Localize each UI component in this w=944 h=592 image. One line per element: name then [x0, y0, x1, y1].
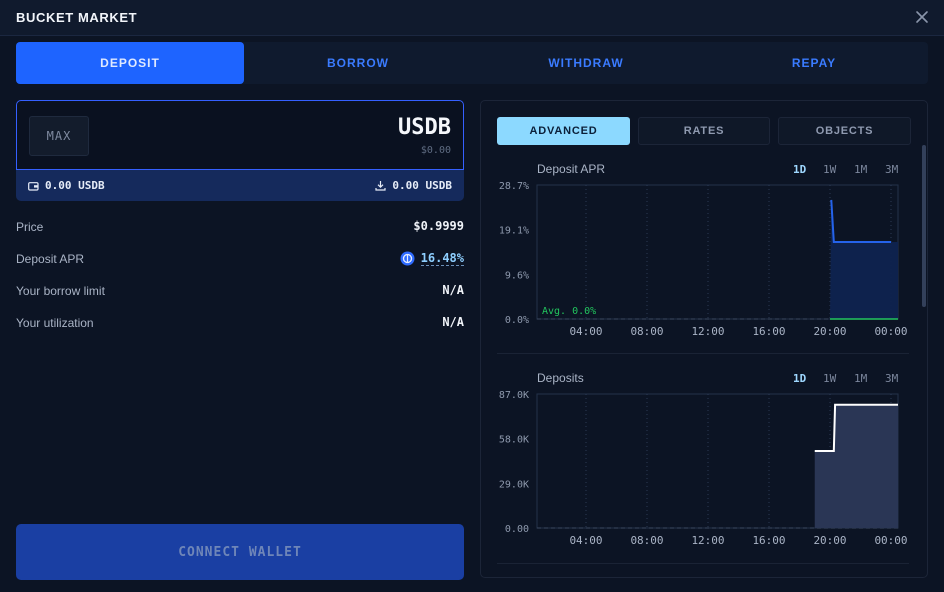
apr-range-1d[interactable]: 1D [793, 163, 806, 176]
deposited-balance-value: 0.00 USDB [392, 179, 452, 192]
apr-range-3m[interactable]: 3M [885, 163, 898, 176]
wallet-balance-value: 0.00 USDB [45, 179, 105, 192]
utilization-label: Your utilization [16, 316, 94, 330]
deposits-chart-title: Deposits [537, 371, 584, 385]
deposits-range-3m[interactable]: 3M [885, 372, 898, 385]
borrow-limit-value: N/A [442, 283, 464, 297]
action-tabs: DEPOSIT BORROW WITHDRAW REPAY [16, 42, 928, 84]
utilization-value: N/A [442, 315, 464, 329]
y-tick-label: 9.6% [505, 270, 529, 281]
modal-header: BUCKET MARKET [0, 0, 944, 36]
x-tick-label: 20:00 [813, 325, 846, 338]
x-tick-label: 16:00 [752, 325, 785, 338]
x-tick-label: 04:00 [569, 325, 602, 338]
tab-repay[interactable]: REPAY [700, 42, 928, 84]
usdb-token-icon [400, 251, 415, 266]
borrow-limit-label: Your borrow limit [16, 284, 105, 298]
deposits-chart: 87.0K 58.0K 29.0K 0.00 04:00 08:00 12:00 16:00 2… [499, 390, 908, 547]
tab-advanced[interactable]: ADVANCED [497, 117, 630, 145]
x-tick-label: 08:00 [630, 325, 663, 338]
connect-wallet-button[interactable]: CONNECT WALLET [16, 524, 464, 580]
y-tick-label: 19.1% [499, 226, 529, 237]
x-tick-label: 12:00 [691, 534, 724, 547]
token-symbol: USDB [398, 115, 451, 140]
apr-chart-title: Deposit APR [537, 162, 606, 176]
tab-rates[interactable]: RATES [638, 117, 770, 145]
apr-line [830, 199, 891, 243]
chart-divider [497, 353, 909, 354]
y-tick-label: 0.0% [505, 315, 529, 326]
x-tick-label: 04:00 [569, 534, 602, 547]
avg-annotation: Avg. 0.0% [542, 306, 596, 317]
deposited-balance[interactable]: 0.00 USDB [375, 179, 452, 192]
y-tick-label: 87.0K [499, 390, 529, 401]
modal-title: BUCKET MARKET [16, 10, 138, 25]
utilization-row: Your utilization N/A [16, 314, 464, 334]
deposits-range-1w[interactable]: 1W [823, 372, 836, 385]
apr-value[interactable]: 16.48% [420, 251, 464, 266]
x-tick-label: 20:00 [813, 534, 846, 547]
deposits-area [814, 404, 898, 528]
apr-range-1m[interactable]: 1M [854, 163, 867, 176]
chart-divider-bottom [497, 563, 909, 564]
price-row: Price $0.9999 [16, 218, 464, 238]
x-tick-label: 00:00 [874, 534, 907, 547]
apr-area [830, 199, 898, 319]
tab-withdraw[interactable]: WITHDRAW [472, 42, 700, 84]
balance-bar: 0.00 USDB 0.00 USDB [16, 170, 464, 201]
y-tick-label: 58.0K [499, 435, 529, 446]
usd-value: $0.00 [420, 145, 451, 156]
deposits-range-1m[interactable]: 1M [854, 372, 867, 385]
apr-value-wrap: 16.48% [400, 251, 464, 266]
price-label: Price [16, 220, 44, 234]
download-icon [375, 181, 386, 191]
y-tick-label: 29.0K [499, 479, 529, 490]
amount-input-box[interactable]: MAX USDB $0.00 [16, 100, 464, 170]
apr-row: Deposit APR 16.48% [16, 250, 464, 270]
y-tick-label: 28.7% [499, 181, 529, 192]
tab-borrow[interactable]: BORROW [244, 42, 472, 84]
x-tick-label: 12:00 [691, 325, 724, 338]
tab-objects[interactable]: OBJECTS [778, 117, 911, 145]
deposits-range-1d[interactable]: 1D [793, 372, 806, 385]
apr-range-1w[interactable]: 1W [823, 163, 836, 176]
panel-scrollbar[interactable] [922, 145, 926, 307]
wallet-icon [28, 181, 39, 191]
x-tick-label: 08:00 [630, 534, 663, 547]
apr-chart: 28.7% 19.1% 9.6% 0.0% 04:00 08:00 12:00 16:00 20… [499, 181, 908, 338]
x-tick-label: 00:00 [874, 325, 907, 338]
x-tick-label: 16:00 [752, 534, 785, 547]
y-tick-label: 0.00 [505, 524, 529, 535]
borrow-limit-row: Your borrow limit N/A [16, 282, 464, 302]
apr-label: Deposit APR [16, 252, 85, 266]
price-value: $0.9999 [413, 219, 464, 233]
tab-deposit[interactable]: DEPOSIT [16, 42, 244, 84]
close-icon[interactable] [914, 9, 930, 25]
max-button[interactable]: MAX [29, 116, 89, 156]
wallet-balance[interactable]: 0.00 USDB [28, 179, 105, 192]
